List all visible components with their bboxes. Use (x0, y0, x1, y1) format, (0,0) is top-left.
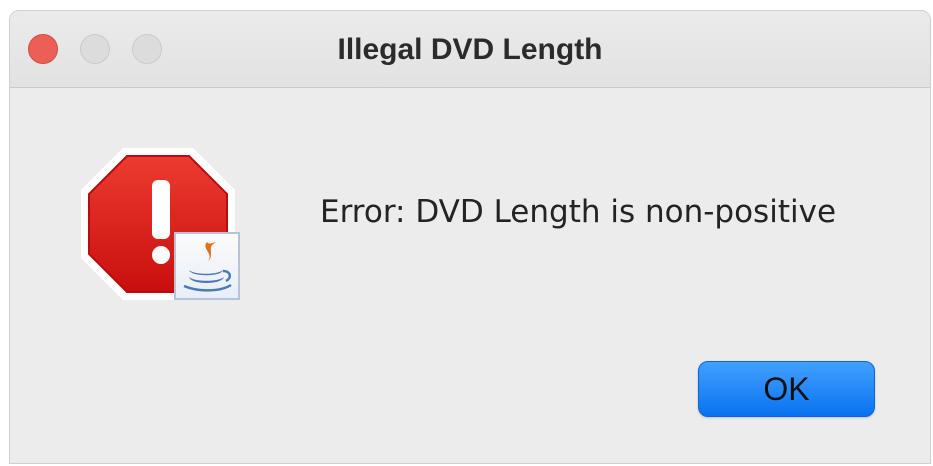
error-message: Error: DVD Length is non-positive (320, 194, 837, 230)
dialog-window: Illegal DVD Length Error: DVD Length is … (9, 10, 931, 464)
title-bar[interactable]: Illegal DVD Length (10, 11, 930, 88)
java-error-alert-icon (81, 148, 240, 300)
ok-button[interactable]: OK (698, 361, 875, 417)
window-title: Illegal DVD Length (337, 33, 603, 66)
